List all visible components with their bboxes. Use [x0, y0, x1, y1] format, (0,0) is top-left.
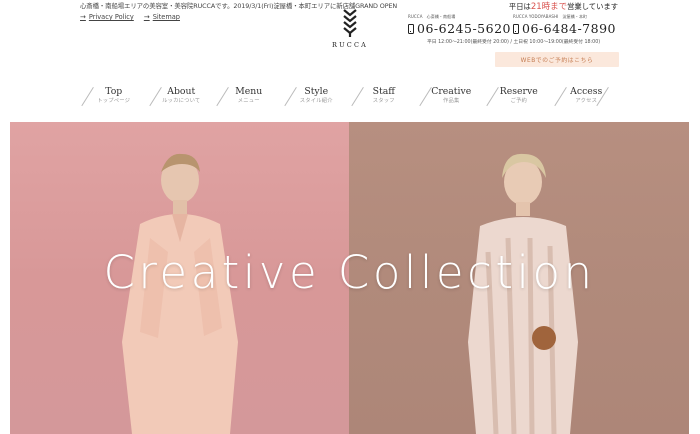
nav-sublabel: スタイル紹介: [299, 98, 333, 104]
hours-notice-prefix: 平日は: [508, 2, 531, 11]
rucca-logo-icon: [343, 9, 357, 37]
hero-title: Creative Collection: [103, 246, 596, 299]
tel-shinsaibashi[interactable]: RUCCA 心斎橋・南船場 06-6245-5620: [408, 14, 513, 36]
tel-number-row: 06-6484-7890: [513, 21, 618, 36]
nav-item-creative[interactable]: Creative 作品集: [418, 86, 486, 108]
nav-sublabel: 作品集: [443, 98, 460, 104]
web-reserve-button[interactable]: WEBでのご予約はこちら: [495, 52, 619, 67]
nav-item-menu[interactable]: Menu メニュー: [215, 86, 283, 108]
nav-item-reserve[interactable]: Reserve ご予約: [485, 86, 553, 108]
tel-number: 06-6245-5620: [417, 21, 511, 36]
nav-sublabel: アクセス: [575, 98, 598, 104]
phone-icon: [408, 23, 414, 34]
utility-links: → Privacy Policy → Sitemap: [80, 13, 180, 21]
privacy-policy-link[interactable]: → Privacy Policy: [80, 13, 134, 21]
nav-sublabel: ルッカについて: [162, 98, 201, 104]
nav-item-style[interactable]: Style スタイル紹介: [283, 86, 351, 108]
hours-notice: 平日は21時まで営業しています: [509, 0, 618, 12]
logo-wordmark: RUCCA: [332, 41, 369, 49]
hero-banner[interactable]: Creative Collection: [10, 122, 689, 434]
site-logo[interactable]: RUCCA: [332, 8, 368, 49]
tel-number: 06-6484-7890: [522, 21, 616, 36]
sitemap-link[interactable]: → Sitemap: [144, 13, 180, 21]
nav-item-about[interactable]: About ルッカについて: [148, 86, 216, 108]
tel-caption: RUCCA YODOYABASHI 淀屋橋・本町: [513, 14, 588, 19]
phone-icon: [513, 23, 519, 34]
hours-notice-highlight: 21時まで: [530, 2, 568, 12]
tel-number-row: 06-6245-5620: [408, 21, 513, 36]
sitemap-label: Sitemap: [152, 13, 180, 21]
business-hours: 平日 12:00〜21:00(最終受付 20:00) / 土日祝 10:00〜1…: [427, 40, 601, 45]
tel-caption: RUCCA 心斎橋・南船場: [408, 14, 456, 19]
nav-item-staff[interactable]: Staff スタッフ: [350, 86, 418, 108]
nav-item-top[interactable]: Top トップページ: [80, 86, 148, 108]
arrow-right-icon: →: [143, 13, 150, 21]
nav-sublabel: スタッフ: [372, 98, 395, 104]
nav-item-access[interactable]: Access アクセス: [553, 86, 621, 108]
nav-sublabel: ご予約: [510, 98, 527, 104]
tel-yodoyabashi[interactable]: RUCCA YODOYABASHI 淀屋橋・本町 06-6484-7890: [513, 14, 618, 36]
global-nav: Top トップページ About ルッカについて Menu メニュー Style…: [80, 86, 620, 108]
nav-sublabel: トップページ: [97, 98, 131, 104]
nav-sublabel: メニュー: [237, 98, 260, 104]
privacy-policy-label: Privacy Policy: [88, 13, 134, 21]
hours-notice-suffix: 営業しています: [567, 2, 618, 11]
arrow-right-icon: →: [80, 13, 86, 21]
